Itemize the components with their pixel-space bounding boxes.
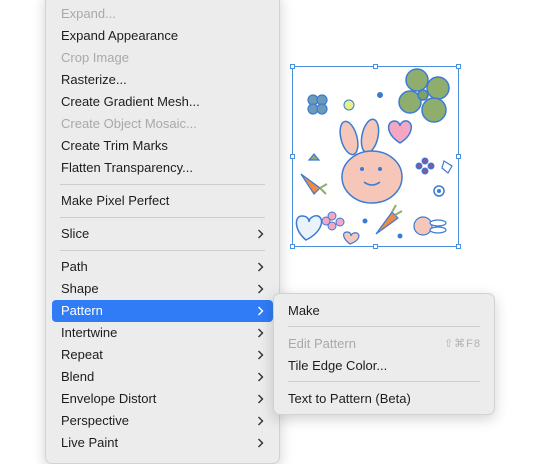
menu-item-flatten-transparency[interactable]: Flatten Transparency...	[52, 157, 273, 179]
menu-item-create-trim-marks[interactable]: Create Trim Marks	[52, 135, 273, 157]
menu-separator	[288, 381, 480, 382]
resize-handle[interactable]	[373, 64, 378, 69]
chevron-right-icon	[257, 410, 267, 432]
menu-item-pattern[interactable]: Pattern	[52, 300, 273, 322]
menu-separator	[288, 326, 480, 327]
menu-item-label: Pattern	[61, 303, 103, 318]
resize-handle[interactable]	[290, 64, 295, 69]
menu-item-envelope-distort[interactable]: Envelope Distort	[52, 388, 273, 410]
menu-item-label: Path	[61, 259, 88, 274]
menu-item-rasterize[interactable]: Rasterize...	[52, 69, 273, 91]
menu-item-label: Blend	[61, 369, 95, 384]
menu-separator	[60, 217, 265, 218]
menu-item-label: Expand Appearance	[61, 28, 179, 43]
resize-handle[interactable]	[290, 244, 295, 249]
submenu-item-tile-edge-color[interactable]: Tile Edge Color...	[279, 355, 489, 377]
menu-item-label: Envelope Distort	[61, 391, 157, 406]
menu-item-repeat[interactable]: Repeat	[52, 344, 273, 366]
menu-item-intertwine[interactable]: Intertwine	[52, 322, 273, 344]
menu-item-expand: Expand...	[52, 3, 273, 25]
pattern-submenu: Make Edit Pattern ⇧⌘F8 Tile Edge Color...…	[273, 293, 495, 415]
menu-item-label: Shape	[61, 281, 99, 296]
chevron-right-icon	[257, 322, 267, 344]
submenu-item-edit-pattern: Edit Pattern ⇧⌘F8	[279, 333, 489, 355]
menu-item-label: Create Object Mosaic...	[61, 116, 197, 131]
menu-item-label: Slice	[61, 226, 90, 241]
submenu-item-text-to-pattern[interactable]: Text to Pattern (Beta)	[279, 388, 489, 410]
menu-item-label: Crop Image	[61, 50, 129, 65]
menu-item-label: Tile Edge Color...	[288, 358, 388, 373]
resize-handle[interactable]	[456, 64, 461, 69]
submenu-item-make[interactable]: Make	[279, 300, 489, 322]
menu-item-label: Repeat	[61, 347, 103, 362]
resize-handle[interactable]	[290, 154, 295, 159]
pattern-artwork[interactable]	[290, 64, 461, 249]
menu-item-make-pixel-perfect[interactable]: Make Pixel Perfect	[52, 190, 273, 212]
menu-item-crop-image: Crop Image	[52, 47, 273, 69]
menu-item-expand-appearance[interactable]: Expand Appearance	[52, 25, 273, 47]
chevron-right-icon	[257, 388, 267, 410]
menu-item-slice[interactable]: Slice	[52, 223, 273, 245]
menu-item-label: Flatten Transparency...	[61, 160, 193, 175]
menu-item-label: Text to Pattern (Beta)	[288, 391, 411, 406]
menu-item-label: Perspective	[61, 413, 129, 428]
chevron-right-icon	[257, 366, 267, 388]
chevron-right-icon	[257, 223, 267, 245]
resize-handle[interactable]	[456, 244, 461, 249]
object-menu: Expand... Expand Appearance Crop Image R…	[45, 0, 280, 464]
chevron-right-icon	[257, 256, 267, 278]
menu-item-label: Create Gradient Mesh...	[61, 94, 200, 109]
menu-item-label: Edit Pattern	[288, 336, 356, 351]
menu-item-create-gradient-mesh[interactable]: Create Gradient Mesh...	[52, 91, 273, 113]
menu-item-label: Make Pixel Perfect	[61, 193, 170, 208]
chevron-right-icon	[257, 344, 267, 366]
menu-item-label: Create Trim Marks	[61, 138, 168, 153]
resize-handle[interactable]	[373, 244, 378, 249]
menu-separator	[60, 250, 265, 251]
chevron-right-icon	[257, 278, 267, 300]
menu-item-create-object-mosaic: Create Object Mosaic...	[52, 113, 273, 135]
menu-item-live-paint[interactable]: Live Paint	[52, 432, 273, 454]
menu-item-label: Intertwine	[61, 325, 118, 340]
menu-item-perspective[interactable]: Perspective	[52, 410, 273, 432]
menu-item-label: Make	[288, 303, 320, 318]
menu-separator	[60, 184, 265, 185]
menu-item-label: Expand...	[61, 6, 116, 21]
chevron-right-icon	[257, 432, 267, 454]
selection-bounding-box	[292, 66, 459, 247]
menu-item-blend[interactable]: Blend	[52, 366, 273, 388]
resize-handle[interactable]	[456, 154, 461, 159]
menu-item-label: Rasterize...	[61, 72, 127, 87]
menu-item-shape[interactable]: Shape	[52, 278, 273, 300]
chevron-right-icon	[257, 300, 267, 322]
menu-item-path[interactable]: Path	[52, 256, 273, 278]
shortcut-label: ⇧⌘F8	[443, 338, 481, 350]
